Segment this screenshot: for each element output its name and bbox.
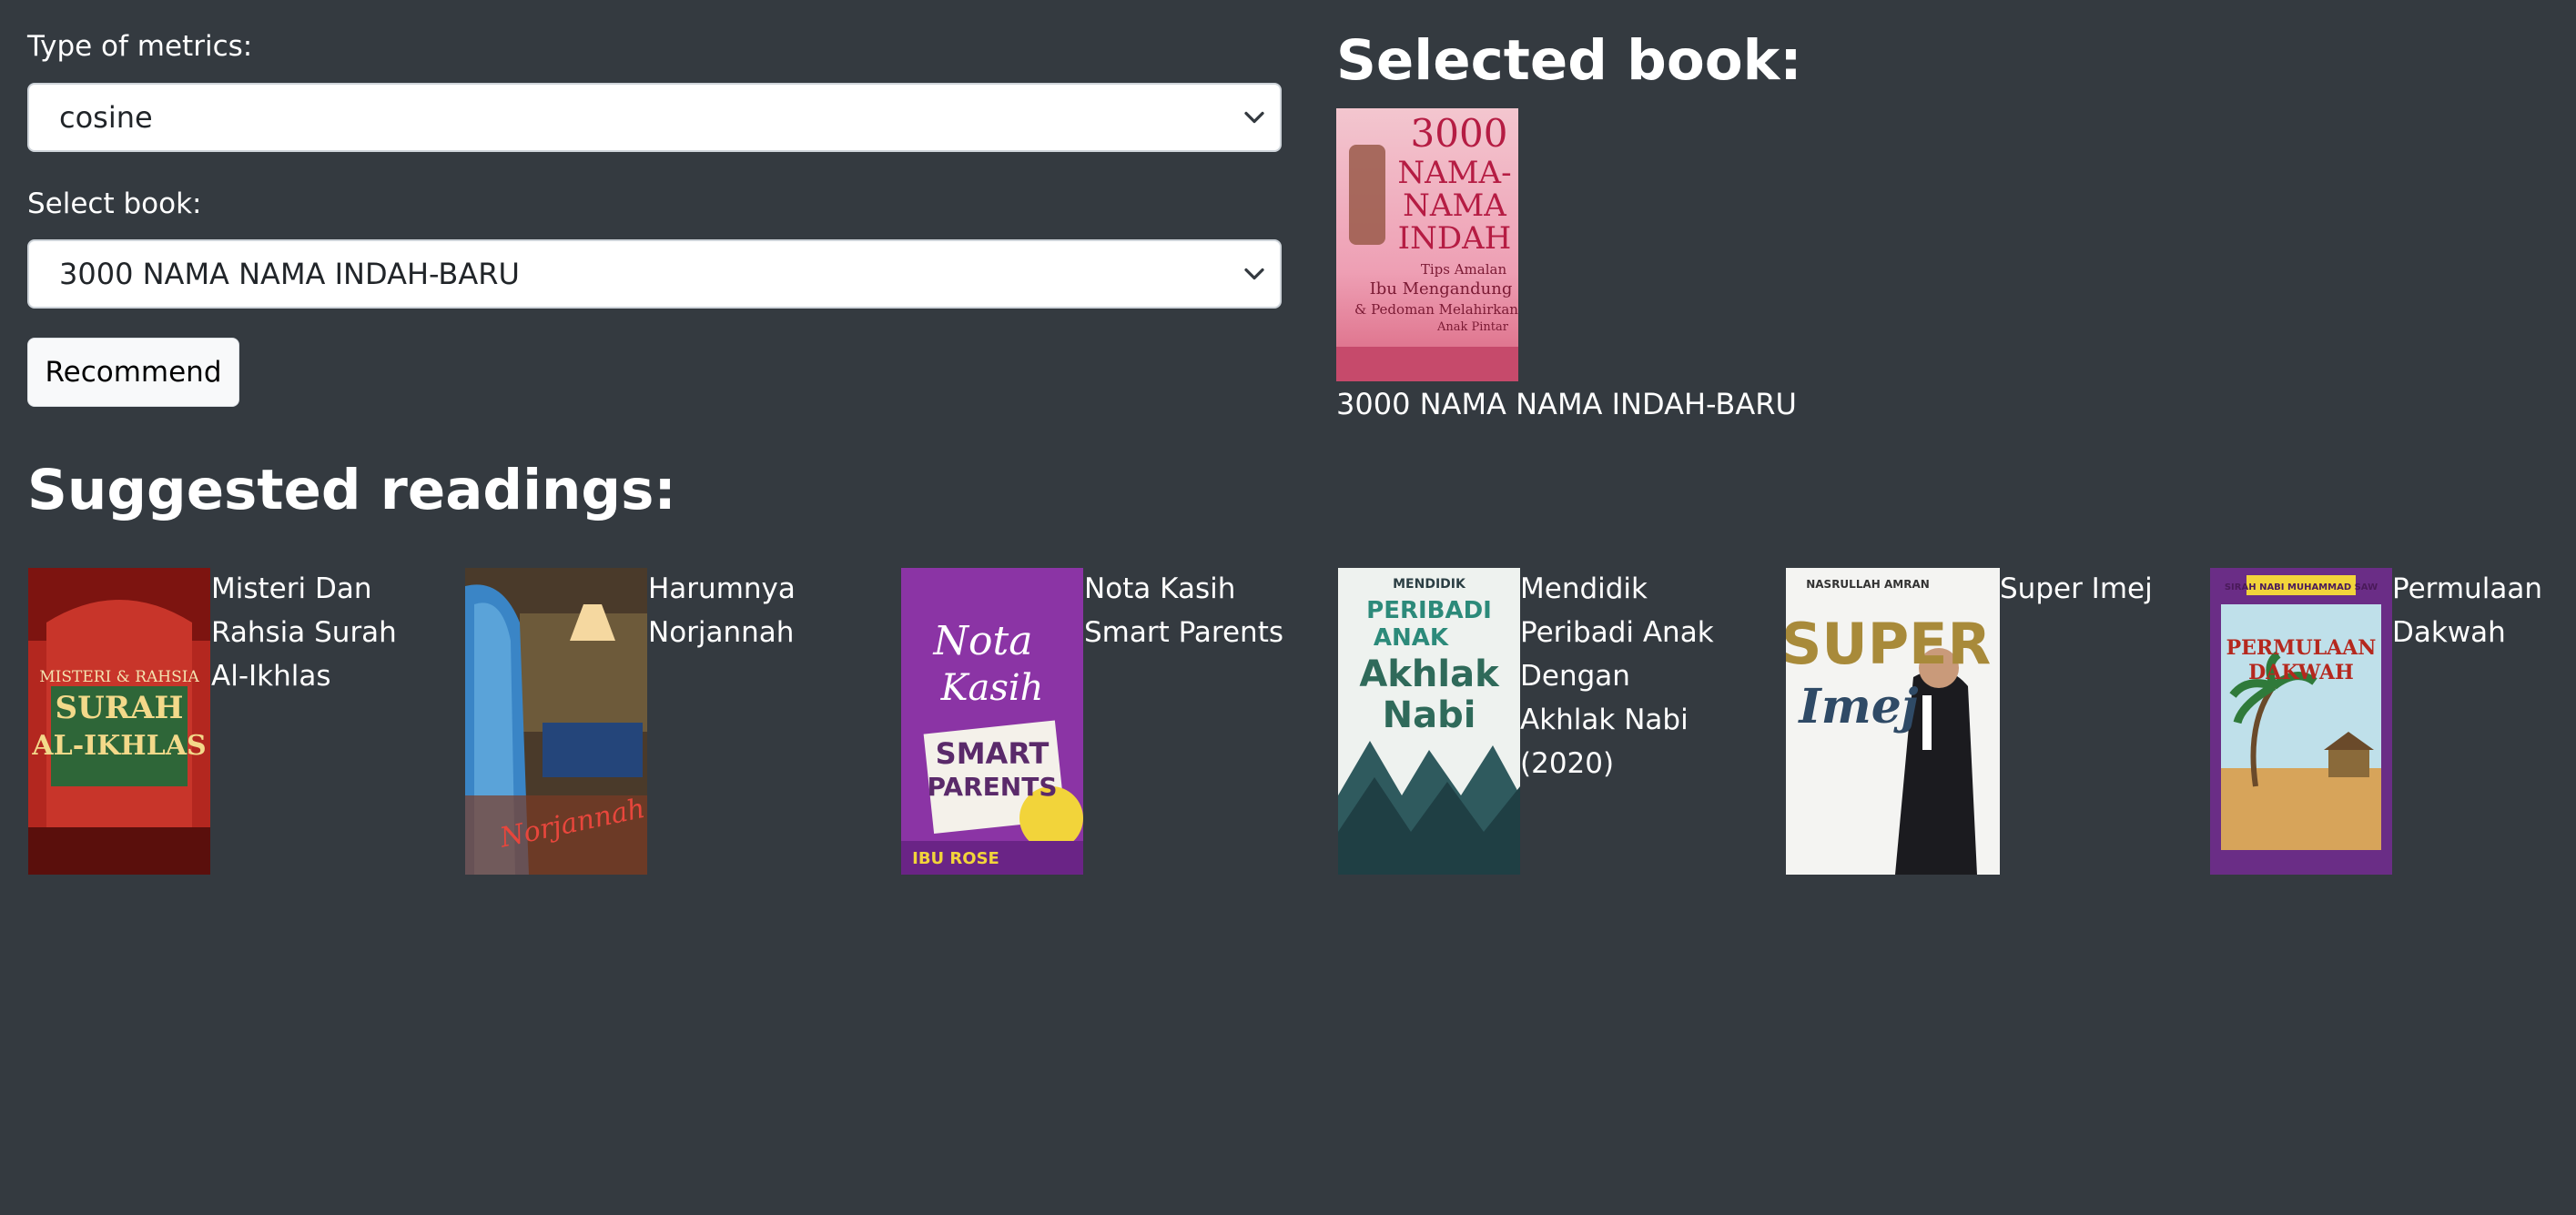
book-title: Super Imej <box>2000 572 2153 605</box>
cover-text: SURAH <box>56 690 184 726</box>
cover-text: Nabi <box>1383 694 1476 736</box>
cover-text: NAMA- <box>1397 155 1511 191</box>
cover-text: SIRAH NABI MUHAMMAD SAW <box>2225 582 2378 592</box>
book-title: Misteri Dan Rahsia Surah Al-Ikhlas <box>211 572 397 693</box>
cover-text: SUPER <box>1786 611 1991 677</box>
selected-book-heading: Selected book: <box>1336 28 1802 93</box>
chevron-down-icon <box>1244 268 1264 280</box>
book-cover[interactable]: NASRULLAH AMRAN SUPER Imej <box>1786 568 2000 875</box>
cover-text: Anak Pintar <box>1436 320 1509 334</box>
cover-text: Nota <box>933 618 1033 664</box>
book-title: Mendidik Peribadi Anak Dengan Akhlak Nab… <box>1520 572 1714 780</box>
cover-text: ANAK <box>1374 624 1449 652</box>
cover-text: Kasih <box>940 667 1044 709</box>
chevron-down-icon <box>1244 111 1264 124</box>
recommend-button[interactable]: Recommend <box>27 338 239 407</box>
book-select[interactable]: 3000 NAMA NAMA INDAH-BARU <box>27 239 1282 309</box>
selected-book-cover[interactable]: 3000 NAMA- NAMA INDAH Tips Amalan Ibu Me… <box>1336 108 1518 381</box>
book-title: Permulaan Dakwah <box>2392 572 2542 649</box>
cover-text: DAKWAH <box>2248 661 2354 684</box>
metric-select[interactable]: cosine <box>27 83 1282 152</box>
cover-text: PERMULAAN <box>2226 636 2377 660</box>
book-select-value: 3000 NAMA NAMA INDAH-BARU <box>59 257 520 291</box>
book-title: Harumnya Norjannah <box>648 572 796 649</box>
book-cover[interactable]: Nota Kasih SMART PARENTS IBU ROSE <box>901 568 1083 875</box>
cover-text: NAMA <box>1403 187 1506 224</box>
book-cover[interactable]: MENDIDIK PERIBADI ANAK Akhlak Nabi <box>1338 568 1520 875</box>
book-cover[interactable]: SIRAH NABI MUHAMMAD SAW PERMULAAN DAKWAH <box>2210 568 2392 875</box>
cover-text: NASRULLAH AMRAN <box>1806 578 1930 591</box>
cover-text: Imej <box>1797 679 1918 734</box>
cover-text: PARENTS <box>927 772 1057 802</box>
cover-text: 3000 <box>1411 111 1508 156</box>
metric-select-value: cosine <box>59 100 153 135</box>
book-cover[interactable]: MISTERI & RAHSIA SURAH AL-IKHLAS <box>28 568 210 875</box>
cover-text: Tips Amalan <box>1421 261 1507 278</box>
cover-text: SMART <box>936 736 1050 771</box>
cover-text: Ibu Mengandung <box>1370 279 1513 299</box>
cover-text: INDAH <box>1398 220 1512 257</box>
cover-text: MISTERI & RAHSIA <box>39 668 199 686</box>
metric-label: Type of metrics: <box>27 30 253 63</box>
suggested-readings-heading: Suggested readings: <box>27 458 676 522</box>
cover-text: MENDIDIK <box>1393 577 1466 592</box>
book-title: Nota Kasih Smart Parents <box>1084 572 1284 649</box>
cover-text: Akhlak <box>1359 653 1500 695</box>
cover-text: AL-IKHLAS <box>31 730 206 762</box>
cover-text: & Pedoman Melahirkan <box>1354 301 1518 318</box>
book-cover[interactable]: Norjannah <box>465 568 647 875</box>
book-label: Select book: <box>27 187 202 220</box>
cover-text: IBU ROSE <box>912 849 999 868</box>
selected-book-title: 3000 NAMA NAMA INDAH-BARU <box>1336 387 1797 421</box>
cover-text: PERIBADI <box>1366 597 1492 624</box>
